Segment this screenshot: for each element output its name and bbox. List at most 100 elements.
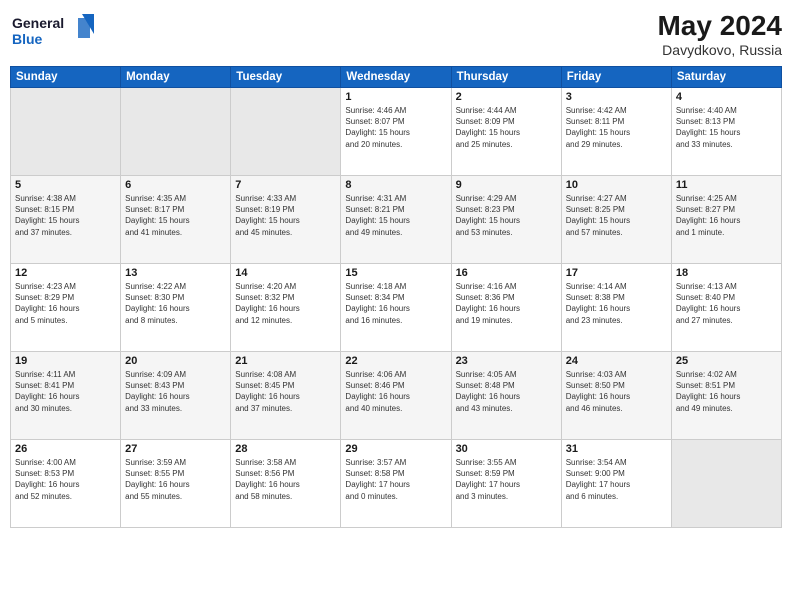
day-info: Sunrise: 4:31 AMSunset: 8:21 PMDaylight:… [345, 193, 446, 238]
day-info: Sunrise: 3:55 AMSunset: 8:59 PMDaylight:… [456, 457, 557, 502]
svg-text:General: General [12, 15, 64, 31]
day-number: 24 [566, 355, 667, 367]
day-number: 20 [125, 355, 226, 367]
day-number: 2 [456, 91, 557, 103]
calendar-week-3: 12 Sunrise: 4:23 AMSunset: 8:29 PMDayligh… [11, 264, 782, 352]
calendar-cell: 28 Sunrise: 3:58 AMSunset: 8:56 PMDayligh… [231, 440, 341, 528]
day-info: Sunrise: 4:22 AMSunset: 8:30 PMDaylight:… [125, 281, 226, 326]
day-number: 30 [456, 443, 557, 455]
day-number: 18 [676, 267, 777, 279]
calendar-week-4: 19 Sunrise: 4:11 AMSunset: 8:41 PMDayligh… [11, 352, 782, 440]
day-number: 17 [566, 267, 667, 279]
day-number: 14 [235, 267, 336, 279]
calendar-cell: 10 Sunrise: 4:27 AMSunset: 8:25 PMDayligh… [561, 176, 671, 264]
day-number: 21 [235, 355, 336, 367]
title-block: May 2024 Davydkovo, Russia [657, 10, 782, 58]
calendar-cell: 20 Sunrise: 4:09 AMSunset: 8:43 PMDayligh… [121, 352, 231, 440]
calendar-cell: 12 Sunrise: 4:23 AMSunset: 8:29 PMDayligh… [11, 264, 121, 352]
calendar-cell: 3Sunrise: 4:42 AMSunset: 8:11 PMDaylight… [561, 88, 671, 176]
calendar-cell: 7Sunrise: 4:33 AMSunset: 8:19 PMDaylight… [231, 176, 341, 264]
day-number: 5 [15, 179, 116, 191]
calendar-cell: 1Sunrise: 4:46 AMSunset: 8:07 PMDaylight… [341, 88, 451, 176]
day-info: Sunrise: 4:16 AMSunset: 8:36 PMDaylight:… [456, 281, 557, 326]
calendar-cell: 24 Sunrise: 4:03 AMSunset: 8:50 PMDayligh… [561, 352, 671, 440]
day-number: 22 [345, 355, 446, 367]
calendar-cell: 6 Sunrise: 4:35 AMSunset: 8:17 PMDaylight… [121, 176, 231, 264]
calendar-cell: 2Sunrise: 4:44 AMSunset: 8:09 PMDaylight… [451, 88, 561, 176]
day-number: 31 [566, 443, 667, 455]
day-number: 1 [345, 91, 446, 103]
day-info: Sunrise: 4:02 AMSunset: 8:51 PMDaylight:… [676, 369, 777, 414]
calendar: Sunday Monday Tuesday Wednesday Thursday… [10, 66, 782, 528]
day-info: Sunrise: 4:29 AMSunset: 8:23 PMDaylight:… [456, 193, 557, 238]
calendar-cell [671, 440, 781, 528]
day-number: 26 [15, 443, 116, 455]
calendar-cell: 11Sunrise: 4:25 AMSunset: 8:27 PMDayligh… [671, 176, 781, 264]
calendar-cell: 8 Sunrise: 4:31 AMSunset: 8:21 PMDaylight… [341, 176, 451, 264]
calendar-cell: 13 Sunrise: 4:22 AMSunset: 8:30 PMDayligh… [121, 264, 231, 352]
day-number: 8 [345, 179, 446, 191]
day-info: Sunrise: 3:54 AMSunset: 9:00 PMDaylight:… [566, 457, 667, 502]
col-thursday: Thursday [451, 67, 561, 88]
day-info: Sunrise: 4:14 AMSunset: 8:38 PMDaylight:… [566, 281, 667, 326]
col-saturday: Saturday [671, 67, 781, 88]
day-number: 28 [235, 443, 336, 455]
day-number: 13 [125, 267, 226, 279]
calendar-cell: 5Sunrise: 4:38 AMSunset: 8:15 PMDaylight… [11, 176, 121, 264]
calendar-week-2: 5Sunrise: 4:38 AMSunset: 8:15 PMDaylight… [11, 176, 782, 264]
location: Davydkovo, Russia [657, 42, 782, 58]
day-info: Sunrise: 3:57 AMSunset: 8:58 PMDaylight:… [345, 457, 446, 502]
calendar-cell: 21 Sunrise: 4:08 AMSunset: 8:45 PMDayligh… [231, 352, 341, 440]
day-number: 16 [456, 267, 557, 279]
calendar-cell: 4 Sunrise: 4:40 AMSunset: 8:13 PMDaylight… [671, 88, 781, 176]
day-info: Sunrise: 4:18 AMSunset: 8:34 PMDaylight:… [345, 281, 446, 326]
day-info: Sunrise: 4:20 AMSunset: 8:32 PMDaylight:… [235, 281, 336, 326]
day-info: Sunrise: 4:11 AMSunset: 8:41 PMDaylight:… [15, 369, 116, 414]
calendar-cell [231, 88, 341, 176]
col-friday: Friday [561, 67, 671, 88]
day-info: Sunrise: 4:13 AMSunset: 8:40 PMDaylight:… [676, 281, 777, 326]
day-number: 12 [15, 267, 116, 279]
day-info: Sunrise: 4:40 AMSunset: 8:13 PMDaylight:… [676, 105, 777, 150]
calendar-cell: 15Sunrise: 4:18 AMSunset: 8:34 PMDayligh… [341, 264, 451, 352]
day-info: Sunrise: 4:23 AMSunset: 8:29 PMDaylight:… [15, 281, 116, 326]
day-info: Sunrise: 4:00 AMSunset: 8:53 PMDaylight:… [15, 457, 116, 502]
day-info: Sunrise: 4:09 AMSunset: 8:43 PMDaylight:… [125, 369, 226, 414]
day-info: Sunrise: 3:58 AMSunset: 8:56 PMDaylight:… [235, 457, 336, 502]
day-info: Sunrise: 4:03 AMSunset: 8:50 PMDaylight:… [566, 369, 667, 414]
day-number: 4 [676, 91, 777, 103]
calendar-cell [121, 88, 231, 176]
day-number: 10 [566, 179, 667, 191]
day-number: 19 [15, 355, 116, 367]
calendar-cell: 9 Sunrise: 4:29 AMSunset: 8:23 PMDaylight… [451, 176, 561, 264]
calendar-cell: 30 Sunrise: 3:55 AMSunset: 8:59 PMDayligh… [451, 440, 561, 528]
calendar-cell: 19 Sunrise: 4:11 AMSunset: 8:41 PMDayligh… [11, 352, 121, 440]
col-monday: Monday [121, 67, 231, 88]
day-number: 27 [125, 443, 226, 455]
day-number: 6 [125, 179, 226, 191]
col-sunday: Sunday [11, 67, 121, 88]
calendar-cell: 16 Sunrise: 4:16 AMSunset: 8:36 PMDayligh… [451, 264, 561, 352]
svg-text:Blue: Blue [12, 31, 43, 47]
calendar-cell: 26 Sunrise: 4:00 AMSunset: 8:53 PMDayligh… [11, 440, 121, 528]
calendar-week-5: 26 Sunrise: 4:00 AMSunset: 8:53 PMDayligh… [11, 440, 782, 528]
col-wednesday: Wednesday [341, 67, 451, 88]
day-info: Sunrise: 3:59 AMSunset: 8:55 PMDaylight:… [125, 457, 226, 502]
calendar-cell: 17 Sunrise: 4:14 AMSunset: 8:38 PMDayligh… [561, 264, 671, 352]
day-number: 11 [676, 179, 777, 191]
day-info: Sunrise: 4:08 AMSunset: 8:45 PMDaylight:… [235, 369, 336, 414]
day-number: 9 [456, 179, 557, 191]
header: General Blue May 2024 Davydkovo, Russia [10, 10, 782, 58]
day-number: 3 [566, 91, 667, 103]
day-info: Sunrise: 4:35 AMSunset: 8:17 PMDaylight:… [125, 193, 226, 238]
calendar-cell: 22 Sunrise: 4:06 AMSunset: 8:46 PMDayligh… [341, 352, 451, 440]
calendar-cell: 29 Sunrise: 3:57 AMSunset: 8:58 PMDayligh… [341, 440, 451, 528]
day-info: Sunrise: 4:06 AMSunset: 8:46 PMDaylight:… [345, 369, 446, 414]
day-number: 29 [345, 443, 446, 455]
day-info: Sunrise: 4:33 AMSunset: 8:19 PMDaylight:… [235, 193, 336, 238]
month-year: May 2024 [657, 10, 782, 42]
day-info: Sunrise: 4:27 AMSunset: 8:25 PMDaylight:… [566, 193, 667, 238]
logo-icon: General Blue [10, 10, 100, 50]
day-info: Sunrise: 4:05 AMSunset: 8:48 PMDaylight:… [456, 369, 557, 414]
page: General Blue May 2024 Davydkovo, Russia … [0, 0, 792, 612]
